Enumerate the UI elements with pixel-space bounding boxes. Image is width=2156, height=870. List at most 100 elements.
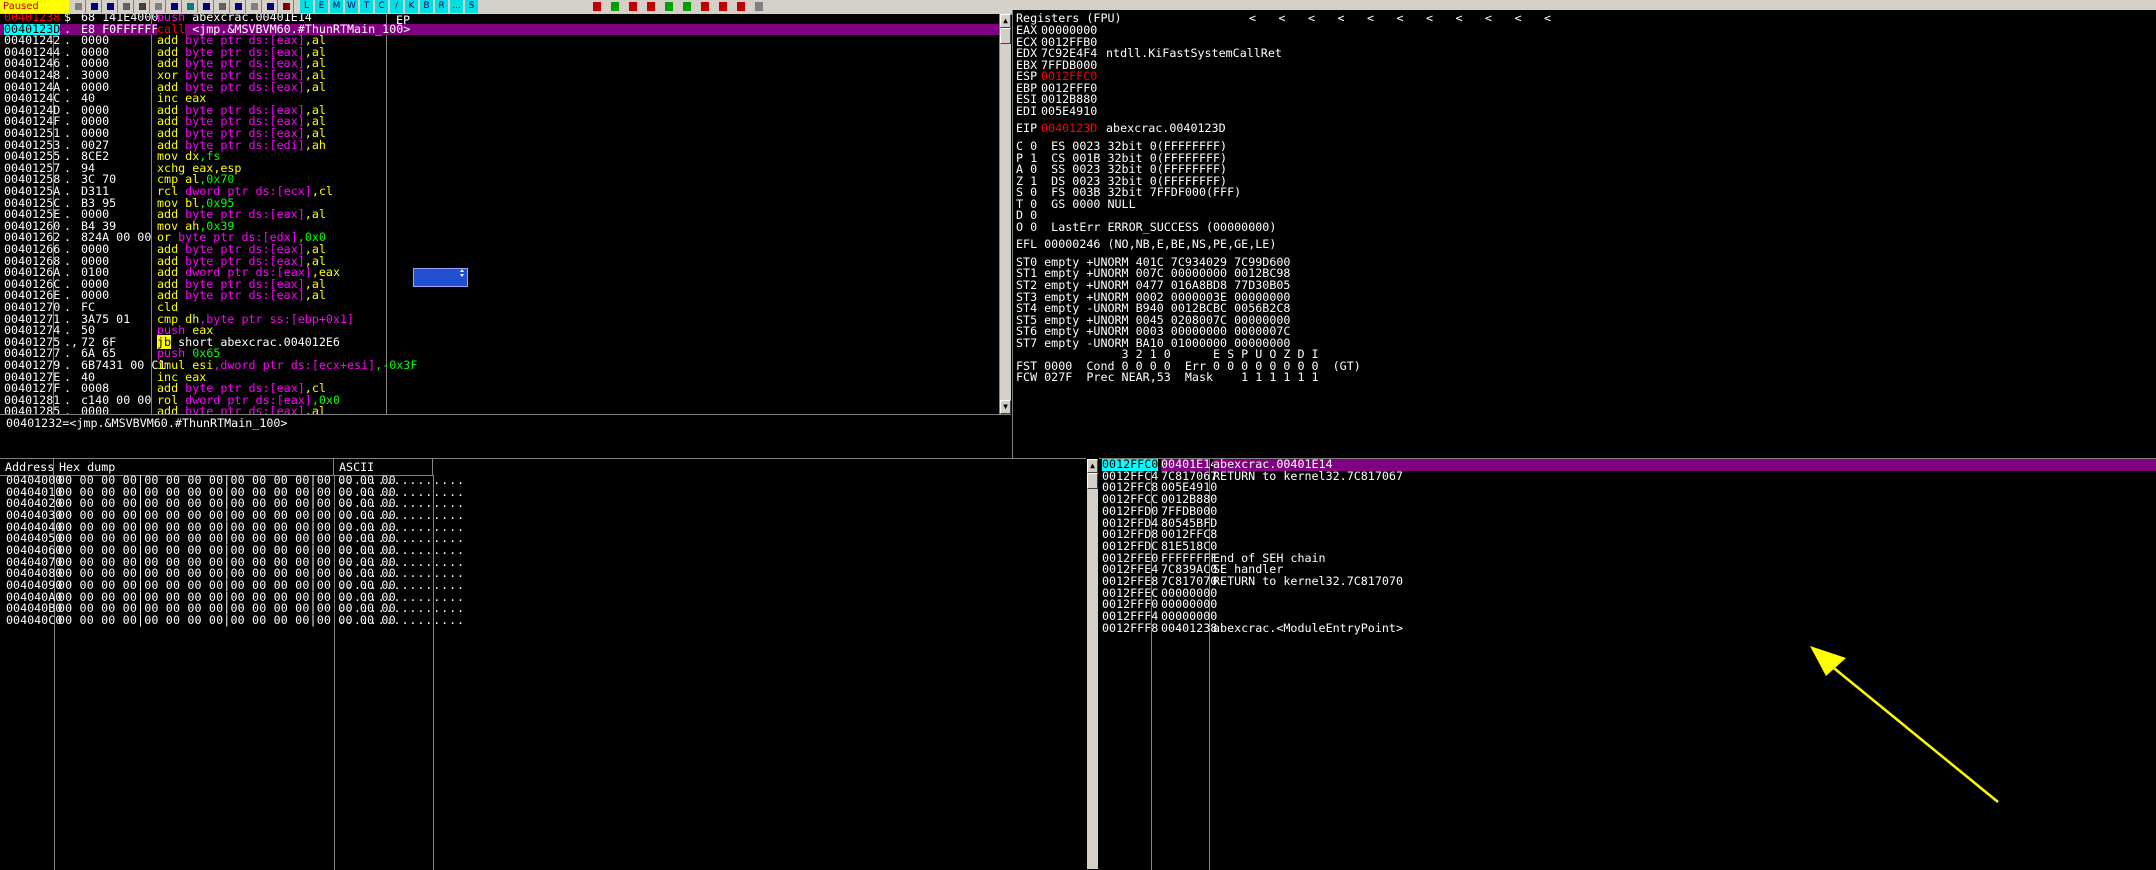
toolbar-letter-button[interactable]: / (390, 0, 403, 13)
dump-row[interactable]: 004040C0 00 00 00 00|00 00 00 00|00 00 00… (0, 614, 1086, 627)
toolbar-plugin-icon[interactable] (662, 0, 676, 13)
register-nav-arrow-icon[interactable]: < (1456, 10, 1463, 26)
disasm-row[interactable]: 00401257. 94 xchg eax,esp (0, 162, 999, 175)
stack-row[interactable]: 0012FFE8 7C817070 RETURN to kernel32.7C817… (1099, 575, 2156, 588)
disasm-row[interactable]: 00401253. 0027 add byte ptr ds:[edi],ah (0, 139, 999, 152)
toolbar-letter-button[interactable]: C (375, 0, 388, 13)
toolbar-plugin-icon[interactable] (716, 0, 730, 13)
disasm-row[interactable]: 00401279. 6B7431 00 C1 imul esi,dword ptr … (0, 359, 999, 372)
disasm-row[interactable]: 00401244. 0000 add byte ptr ds:[eax],al (0, 46, 999, 59)
disasm-row[interactable]: 00401268. 0000 add byte ptr ds:[eax],al (0, 255, 999, 268)
toolbar-letter-button[interactable]: W (345, 0, 358, 13)
toolbar-plugin-icon[interactable] (680, 0, 694, 13)
disasm-row[interactable]: 00401246. 0000 add byte ptr ds:[eax],al (0, 58, 999, 70)
toolbar-button-icon[interactable] (232, 0, 246, 13)
toolbar-button-icon[interactable] (184, 0, 198, 13)
register-nav-arrow-icon[interactable]: < (1426, 10, 1433, 26)
disasm-row[interactable]: 0040126C. 0000 add byte ptr ds:[eax],al (0, 278, 999, 291)
dump-scroll-up-button[interactable]: ▲ (1087, 459, 1098, 473)
disasm-row[interactable]: 0040126E. 0000 add byte ptr ds:[eax],al (0, 290, 999, 302)
dump-scrollbar[interactable]: ▲ (1087, 459, 1098, 869)
stack-row[interactable]: 0012FFC4 7C817067 RETURN to kernel32.7C817… (1099, 470, 2156, 483)
toolbar-button-icon[interactable] (280, 0, 294, 13)
stack-row[interactable]: 0012FFD0 7FFDB000 (1099, 505, 2156, 518)
disasm-row[interactable]: 00401242. 0000 add byte ptr ds:[eax],al (0, 34, 999, 47)
register-nav-arrow-icon[interactable]: < (1367, 10, 1374, 26)
register-nav-arrow-icon[interactable]: < (1308, 10, 1315, 26)
toolbar-plugin-icon[interactable] (626, 0, 640, 13)
register-nav-arrow-icon[interactable]: < (1515, 10, 1522, 26)
toolbar-button-icon[interactable] (88, 0, 102, 13)
disasm-row[interactable]: 0040126A. 0100 add dword ptr ds:[eax],eax (0, 266, 999, 279)
register-nav-arrow-icon[interactable]: < (1279, 10, 1286, 26)
disasm-row[interactable]: 0040124C. 40 inc eax (0, 92, 999, 105)
toolbar-plugin-icon[interactable] (698, 0, 712, 13)
toolbar-plugin-icon[interactable] (590, 0, 604, 13)
toolbar-letter-button[interactable]: B (420, 0, 433, 13)
disasm-row[interactable]: 0040125C. B3 95 mov bl,0x95 (0, 197, 999, 210)
registers-pane[interactable]: Registers (FPU) < < < < < < < < < < < EAX 00000000 E… (1012, 10, 2156, 458)
toolbar-button-icon[interactable] (120, 0, 134, 13)
stack-row[interactable]: 0012FFD4 80545BFD (1099, 517, 2156, 530)
dump-scroll-thumb[interactable] (1087, 473, 1098, 489)
disasm-row[interactable]: 00401262. 824A 00 00 or byte ptr ds:[edx],… (0, 232, 999, 244)
toolbar-letter-button[interactable]: M (330, 0, 343, 13)
register-nav-arrow-icon[interactable]: < (1544, 10, 1551, 26)
stack-row[interactable]: 0012FFCC 0012B880 (1099, 493, 2156, 506)
toolbar-plugin-icon[interactable] (644, 0, 658, 13)
disassembly-pane[interactable]: 00401238 $68 141E4000 push abexcrac.00401E… (0, 14, 1000, 414)
floating-dropdown[interactable] (413, 268, 468, 287)
register-nav-arrow-icon[interactable]: < (1338, 10, 1345, 26)
toolbar-plugin-icon[interactable] (608, 0, 622, 13)
toolbar-letter-button[interactable]: R (435, 0, 448, 13)
dump-pane[interactable]: Address Hex dump ASCII 00404000 00 00 00 … (0, 458, 1086, 870)
toolbar-letter-button[interactable]: E (315, 0, 328, 13)
disasm-row[interactable]: 0040123D. E8 F0FFFFFF call <jmp.&MSVBVM60.… (0, 21, 999, 36)
toolbar-button-icon[interactable] (136, 0, 150, 13)
toolbar-plugin-icon[interactable] (734, 0, 748, 13)
toolbar-button-icon[interactable] (216, 0, 230, 13)
toolbar-button-icon[interactable] (264, 0, 278, 13)
toolbar-button-icon[interactable] (248, 0, 262, 13)
register-nav-arrow-icon[interactable]: < (1397, 10, 1404, 26)
toolbar-letter-button[interactable]: T (360, 0, 373, 13)
disasm-row[interactable]: 00401281. c140 00 00 rol dword ptr ds:[eax… (0, 394, 999, 407)
disasm-row[interactable]: 0040124F. 0000 add byte ptr ds:[eax],al (0, 116, 999, 128)
disasm-row[interactable]: 00401270. FC cld (0, 301, 999, 314)
disasm-row[interactable]: 00401275., 72 6F jb short abexcrac.004012E… (0, 334, 999, 349)
register-nav-arrow-icon[interactable]: < (1249, 10, 1256, 26)
toolbar-button-icon[interactable] (72, 0, 86, 13)
disasm-row[interactable]: 00401274. 50 push eax (0, 324, 999, 337)
toolbar-letter-button[interactable]: L (300, 0, 313, 13)
stack-row[interactable]: 0012FFD8 0012FFC8 (1099, 528, 2156, 541)
toolbar-letter-button[interactable]: S (465, 0, 478, 13)
disasm-row[interactable]: 00401271. 3A75 01 cmp dh,byte ptr ss:[ebp+… (0, 313, 999, 326)
disasm-row[interactable]: 0040125E. 0000 add byte ptr ds:[eax],al (0, 208, 999, 221)
toolbar-plugin-icon[interactable] (752, 0, 766, 13)
disasm-row[interactable]: 00401255. 8CE2 mov dx,fs (0, 150, 999, 163)
scroll-thumb[interactable] (1000, 28, 1011, 44)
disasm-row[interactable]: 0040127E. 40 inc eax (0, 371, 999, 384)
disasm-row[interactable]: 00401285. 0000 add byte ptr ds:[eax],al (0, 406, 999, 414)
register-nav-arrow-icon[interactable]: < (1485, 10, 1492, 26)
registers-header: Registers (FPU) < < < < < < < < < < < (1013, 10, 2156, 26)
disasm-row[interactable]: 00401258. 3C 70 cmp al,0x70 (0, 174, 999, 186)
stack-row[interactable]: 0012FFF0 00000000 (1099, 599, 2156, 611)
disasm-row[interactable]: 0040125A. D311 rcl dword ptr ds:[ecx],cl (0, 185, 999, 198)
toolbar-letter-button[interactable]: K (405, 0, 418, 13)
disasm-row[interactable]: 0040124D. 0000 add byte ptr ds:[eax],al (0, 104, 999, 117)
disasm-row[interactable]: 00401248. 3000 xor byte ptr ds:[eax],al (0, 69, 999, 82)
toolbar-button-icon[interactable] (104, 0, 118, 13)
toolbar-button-icon[interactable] (152, 0, 166, 13)
disasm-row[interactable]: 00401266. 0000 add byte ptr ds:[eax],al (0, 243, 999, 256)
stack-row[interactable]: 0012FFEC 00000000 (1099, 587, 2156, 600)
stack-row[interactable]: 0012FFC8 005E4910 (1099, 482, 2156, 494)
disasm-row[interactable]: 0040124A. 0000 add byte ptr ds:[eax],al (0, 81, 999, 94)
disassembly-scrollbar[interactable]: ▲ ▼ (1000, 14, 1011, 414)
toolbar-letter-button[interactable]: ... (450, 0, 463, 13)
scroll-down-button[interactable]: ▼ (1000, 400, 1011, 414)
disasm-row[interactable]: 00401251. 0000 add byte ptr ds:[eax],al (0, 127, 999, 140)
toolbar-button-icon[interactable] (168, 0, 182, 13)
scroll-up-button[interactable]: ▲ (1000, 14, 1011, 28)
toolbar-button-icon[interactable] (200, 0, 214, 13)
